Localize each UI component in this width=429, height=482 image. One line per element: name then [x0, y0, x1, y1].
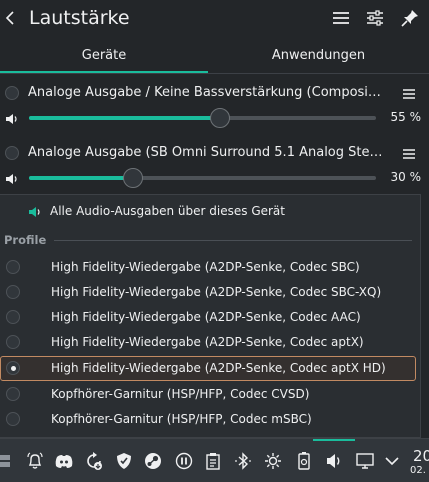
back-icon[interactable] — [2, 6, 20, 30]
window-list-icon[interactable] — [0, 451, 14, 471]
profile-radio[interactable] — [6, 387, 20, 401]
volume-handle[interactable] — [123, 168, 144, 188]
pin-icon[interactable] — [400, 8, 420, 28]
profile-radio[interactable] — [6, 285, 20, 299]
volume-icon[interactable] — [324, 451, 344, 471]
volume-handle[interactable] — [209, 108, 230, 128]
device-row: Analoge Ausgabe (SB Omni Surround 5.1 An… — [0, 143, 429, 199]
device-name: Analoge Ausgabe (SB Omni Surround 5.1 An… — [28, 145, 386, 160]
profile-label: High Fidelity-Wiedergabe (A2DP-Senke, Co… — [51, 260, 360, 274]
steam-icon[interactable] — [143, 451, 163, 471]
volume-slider[interactable] — [29, 168, 376, 188]
profile-item[interactable]: High Fidelity-Wiedergabe (A2DP-Senke, Co… — [0, 280, 419, 305]
notification-bell-icon[interactable] — [25, 451, 45, 471]
profile-radio[interactable] — [6, 361, 20, 375]
tab-devices[interactable]: Geräte — [0, 40, 208, 72]
default-device-radio[interactable] — [5, 86, 19, 100]
brightness-icon[interactable] — [263, 451, 283, 471]
discord-icon[interactable] — [54, 451, 74, 471]
profile-item[interactable]: Kopfhörer-Garnitur (HSP/HFP, Codec CVSD) — [0, 382, 419, 407]
speaker-icon — [28, 204, 42, 218]
profile-label: High Fidelity-Wiedergabe (A2DP-Senke, Co… — [51, 285, 382, 299]
system-taskbar: 20 02. — [0, 438, 429, 482]
display-icon[interactable] — [355, 451, 375, 471]
profile-item[interactable]: High Fidelity-Wiedergabe (A2DP-Senke, Co… — [0, 255, 419, 280]
profile-item[interactable]: High Fidelity-Wiedergabe (A2DP-Senke, Co… — [0, 330, 419, 355]
tab-divider — [0, 73, 429, 74]
profile-label: High Fidelity-Wiedergabe (A2DP-Senke, Co… — [51, 335, 364, 349]
device-name: Analoge Ausgabe / Keine Bassverstärkung … — [28, 85, 386, 100]
all-outputs-label: Alle Audio-Ausgaben über dieses Gerät — [50, 204, 285, 218]
profile-radio[interactable] — [6, 335, 20, 349]
device-menu-icon[interactable] — [402, 86, 416, 100]
active-applet-indicator — [313, 439, 355, 441]
profile-section-title: Profile — [4, 233, 47, 247]
clipboard-icon[interactable] — [203, 451, 223, 471]
profile-label: Kopfhörer-Garnitur (HSP/HFP, Codec CVSD) — [51, 387, 310, 401]
profile-label: High Fidelity-Wiedergabe (A2DP-Senke, Co… — [51, 361, 386, 375]
speaker-icon[interactable] — [5, 111, 19, 125]
profile-radio[interactable] — [6, 412, 20, 426]
battery-icon[interactable] — [294, 451, 314, 471]
tab-applications[interactable]: Anwendungen — [212, 40, 425, 72]
mixer-settings-icon[interactable] — [365, 8, 385, 28]
device-menu-icon[interactable] — [402, 146, 416, 160]
media-pause-icon[interactable] — [174, 451, 194, 471]
profile-label: High Fidelity-Wiedergabe (A2DP-Senke, Co… — [51, 310, 361, 324]
volume-percent: 30 % — [390, 170, 422, 184]
page-title: Lautstärke — [29, 7, 130, 29]
profile-label: Kopfhörer-Garnitur (HSP/HFP, Codec mSBC) — [51, 412, 312, 426]
hamburger-menu-icon[interactable] — [331, 8, 351, 28]
clock-date: 02. — [410, 465, 426, 476]
tab-bar: Geräte Anwendungen — [0, 40, 429, 74]
update-icon[interactable] — [84, 451, 104, 471]
volume-fill — [29, 176, 134, 180]
volume-slider[interactable] — [29, 108, 376, 128]
bluetooth-icon[interactable] — [233, 451, 253, 471]
clock-time[interactable]: 20 — [413, 447, 429, 465]
volume-fill — [29, 116, 220, 120]
device-context-menu: Alle Audio-Ausgaben über dieses Gerät Pr… — [0, 194, 421, 438]
volume-percent: 55 % — [390, 110, 422, 124]
profile-item-selected[interactable]: High Fidelity-Wiedergabe (A2DP-Senke, Co… — [0, 356, 419, 381]
expand-tray-icon[interactable] — [382, 451, 402, 471]
default-device-radio[interactable] — [5, 146, 19, 160]
speaker-icon[interactable] — [5, 171, 19, 185]
device-row: Analoge Ausgabe / Keine Bassverstärkung … — [0, 83, 429, 139]
section-divider — [54, 240, 412, 241]
plasma-volume-header: Lautstärke — [0, 0, 429, 36]
profile-item[interactable]: High Fidelity-Wiedergabe (A2DP-Senke, Co… — [0, 305, 419, 330]
profile-radio[interactable] — [6, 310, 20, 324]
profile-radio[interactable] — [6, 260, 20, 274]
profile-item[interactable]: Kopfhörer-Garnitur (HSP/HFP, Codec mSBC) — [0, 407, 419, 432]
shield-icon[interactable] — [114, 451, 134, 471]
